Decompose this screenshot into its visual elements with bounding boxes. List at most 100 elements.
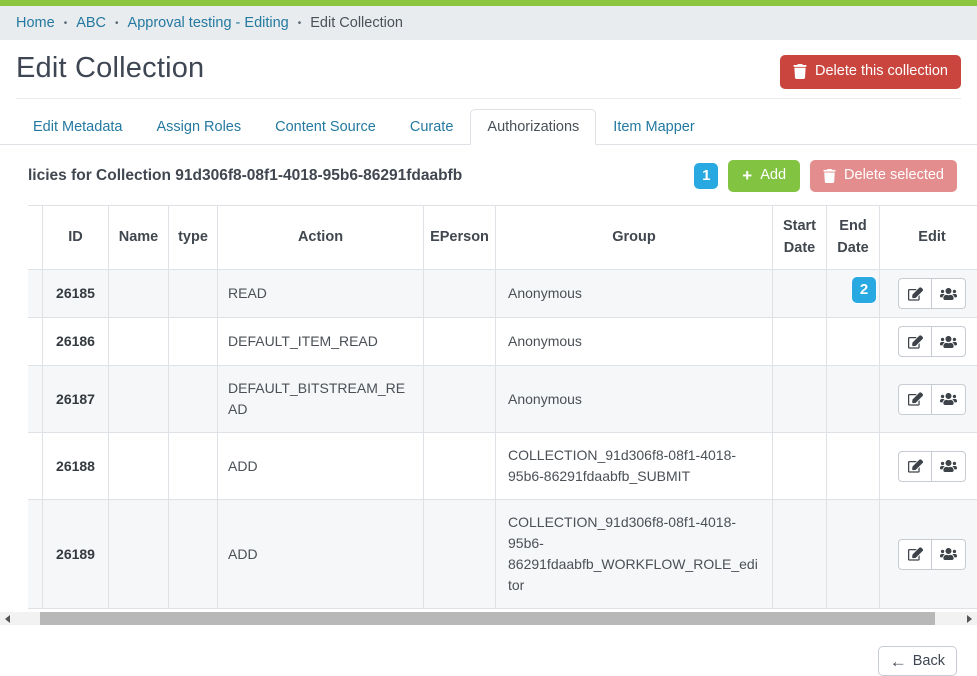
breadcrumb-separator: • (64, 18, 68, 29)
policies-toolbar: licies for Collection 91d306f8-08f1-4018… (28, 160, 957, 192)
page-header: Edit Collection Delete this collection (16, 52, 961, 99)
add-policy-label: Add (760, 168, 786, 184)
cell-select (28, 366, 43, 433)
cell-group: COLLECTION_91d306f8-08f1-4018-95b6-86291… (496, 500, 773, 609)
cell-edit (880, 270, 977, 318)
cell-start-date (773, 270, 827, 318)
scrollbar-right-arrow[interactable] (962, 612, 977, 625)
policies-heading: licies for Collection 91d306f8-08f1-4018… (28, 167, 462, 185)
cell-edit (880, 500, 977, 609)
tab-assign-roles[interactable]: Assign Roles (139, 109, 258, 145)
users-icon (940, 287, 957, 301)
table-row: 26188 ADD COLLECTION_91d306f8-08f1-4018-… (28, 433, 977, 500)
trash-icon (823, 169, 836, 183)
annotation-marker-2: 2 (852, 277, 876, 303)
table-row: 26185 READ Anonymous (28, 270, 977, 318)
column-header-action: Action (218, 205, 424, 270)
cell-type (169, 318, 218, 366)
scrollbar-thumb[interactable] (40, 612, 935, 625)
delete-collection-label: Delete this collection (815, 64, 948, 80)
column-header-select (28, 205, 43, 270)
tab-bar: Edit Metadata Assign Roles Content Sourc… (0, 109, 977, 145)
edit-group-button[interactable] (932, 451, 966, 482)
edit-group-button[interactable] (932, 384, 966, 415)
users-icon (940, 335, 957, 349)
cell-action: ADD (218, 433, 424, 500)
cell-name (109, 366, 169, 433)
cell-select (28, 318, 43, 366)
cell-end-date (827, 366, 880, 433)
delete-collection-button[interactable]: Delete this collection (780, 55, 961, 89)
cell-edit (880, 433, 977, 500)
scrollbar-left-arrow[interactable] (0, 612, 15, 625)
column-header-type: type (169, 205, 218, 270)
trash-icon (793, 64, 807, 79)
cell-action: READ (218, 270, 424, 318)
policies-table: ID Name type Action EPerson Group Start … (28, 205, 977, 610)
pencil-square-icon (908, 547, 923, 561)
cell-action: ADD (218, 500, 424, 609)
cell-id: 26188 (43, 433, 109, 500)
cell-end-date (827, 500, 880, 609)
footer-actions: ← Back (0, 646, 957, 676)
cell-action: DEFAULT_BITSTREAM_READ (218, 366, 424, 433)
column-header-end-date: End Date (827, 205, 880, 270)
cell-group: Anonymous (496, 318, 773, 366)
cell-select (28, 500, 43, 609)
cell-edit (880, 366, 977, 433)
cell-name (109, 270, 169, 318)
tab-edit-metadata[interactable]: Edit Metadata (16, 109, 139, 145)
pencil-square-icon (908, 287, 923, 301)
plus-icon: + (742, 168, 752, 183)
breadcrumb-home-link[interactable]: Home (16, 15, 55, 31)
cell-eperson (424, 318, 496, 366)
delete-selected-label: Delete selected (844, 168, 944, 184)
cell-name (109, 318, 169, 366)
cell-name (109, 433, 169, 500)
pencil-square-icon (908, 392, 923, 406)
cell-id: 26189 (43, 500, 109, 609)
tab-item-mapper[interactable]: Item Mapper (596, 109, 711, 145)
pencil-square-icon (908, 335, 923, 349)
tab-authorizations[interactable]: Authorizations (470, 109, 596, 145)
toolbar-actions: 1 + Add Delete selected (694, 160, 957, 192)
users-icon (940, 392, 957, 406)
tab-curate[interactable]: Curate (393, 109, 471, 145)
table-row: 26187 DEFAULT_BITSTREAM_READ Anonymous (28, 366, 977, 433)
users-icon (940, 547, 957, 561)
cell-eperson (424, 500, 496, 609)
cell-name (109, 500, 169, 609)
edit-policy-button[interactable] (898, 451, 932, 482)
edit-policy-button[interactable] (898, 384, 932, 415)
cell-select (28, 433, 43, 500)
cell-start-date (773, 366, 827, 433)
cell-end-date (827, 318, 880, 366)
back-button[interactable]: ← Back (878, 646, 957, 676)
edit-policy-button[interactable] (898, 539, 932, 570)
cell-start-date (773, 318, 827, 366)
edit-group-button[interactable] (932, 278, 966, 309)
cell-start-date (773, 433, 827, 500)
edit-policy-button[interactable] (898, 278, 932, 309)
breadcrumb-abc-link[interactable]: ABC (76, 15, 106, 31)
page-title: Edit Collection (16, 52, 204, 85)
edit-group-button[interactable] (932, 326, 966, 357)
delete-selected-button[interactable]: Delete selected (810, 160, 957, 192)
cell-group: Anonymous (496, 270, 773, 318)
column-header-eperson: EPerson (424, 205, 496, 270)
edit-policy-button[interactable] (898, 326, 932, 357)
horizontal-scrollbar[interactable] (0, 612, 977, 625)
cell-eperson (424, 366, 496, 433)
add-policy-button[interactable]: + Add (728, 160, 800, 192)
cell-id: 26186 (43, 318, 109, 366)
breadcrumb-community-link[interactable]: Approval testing - Editing (128, 15, 289, 31)
table-header-row: ID Name type Action EPerson Group Start … (28, 205, 977, 270)
column-header-name: Name (109, 205, 169, 270)
cell-type (169, 366, 218, 433)
cell-action: DEFAULT_ITEM_READ (218, 318, 424, 366)
cell-end-date (827, 433, 880, 500)
cell-eperson (424, 270, 496, 318)
edit-group-button[interactable] (932, 539, 966, 570)
tab-content-source[interactable]: Content Source (258, 109, 393, 145)
back-button-label: Back (913, 653, 945, 669)
